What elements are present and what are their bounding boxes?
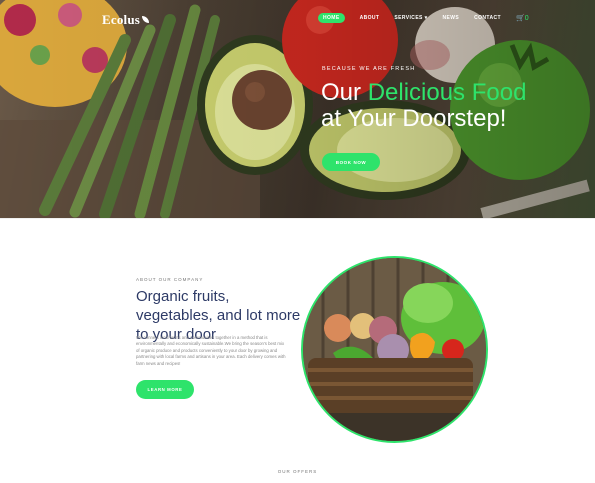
book-now-button[interactable]: BOOK NOW (322, 153, 380, 171)
vegetable-basket-illustration (303, 258, 486, 441)
nav-item-services[interactable]: SERVICES ▾ (394, 15, 427, 21)
nav-item-contact[interactable]: CONTACT (474, 15, 501, 21)
hero-title-part1: Our (321, 79, 368, 106)
about-kicker: ABOUT OUR COMPANY (136, 277, 204, 282)
hero-title-line2: at Your Doorstep! (321, 105, 507, 132)
logo[interactable]: Ecolus (102, 12, 150, 28)
section-divider (0, 218, 595, 219)
hero-kicker: BECAUSE WE ARE FRESH (322, 66, 416, 72)
vegetable-basket-image (301, 256, 488, 443)
leaf-icon (142, 16, 150, 23)
nav-item-about[interactable]: ABOUT (360, 15, 380, 21)
about-text: We connect local farms and communities t… (136, 335, 286, 366)
hero-title: Our Delicious Food at Your Doorstep! (321, 80, 526, 132)
main-nav: HOME ABOUT SERVICES ▾ NEWS CONTACT 🛒0 (318, 11, 529, 25)
learn-more-button[interactable]: LEARN MORE (136, 380, 194, 399)
cart-count: 0 (524, 15, 529, 22)
cart-icon[interactable]: 🛒0 (516, 14, 529, 22)
offers-section-label: OUR OFFERS (277, 469, 318, 474)
hero-banner: Ecolus HOME ABOUT SERVICES ▾ NEWS CONTAC… (0, 0, 595, 218)
hero-title-highlight: Delicious Food (367, 79, 527, 106)
nav-item-news[interactable]: NEWS (443, 15, 460, 21)
nav-item-home[interactable]: HOME (318, 13, 345, 23)
logo-text: Ecolus (102, 12, 141, 27)
